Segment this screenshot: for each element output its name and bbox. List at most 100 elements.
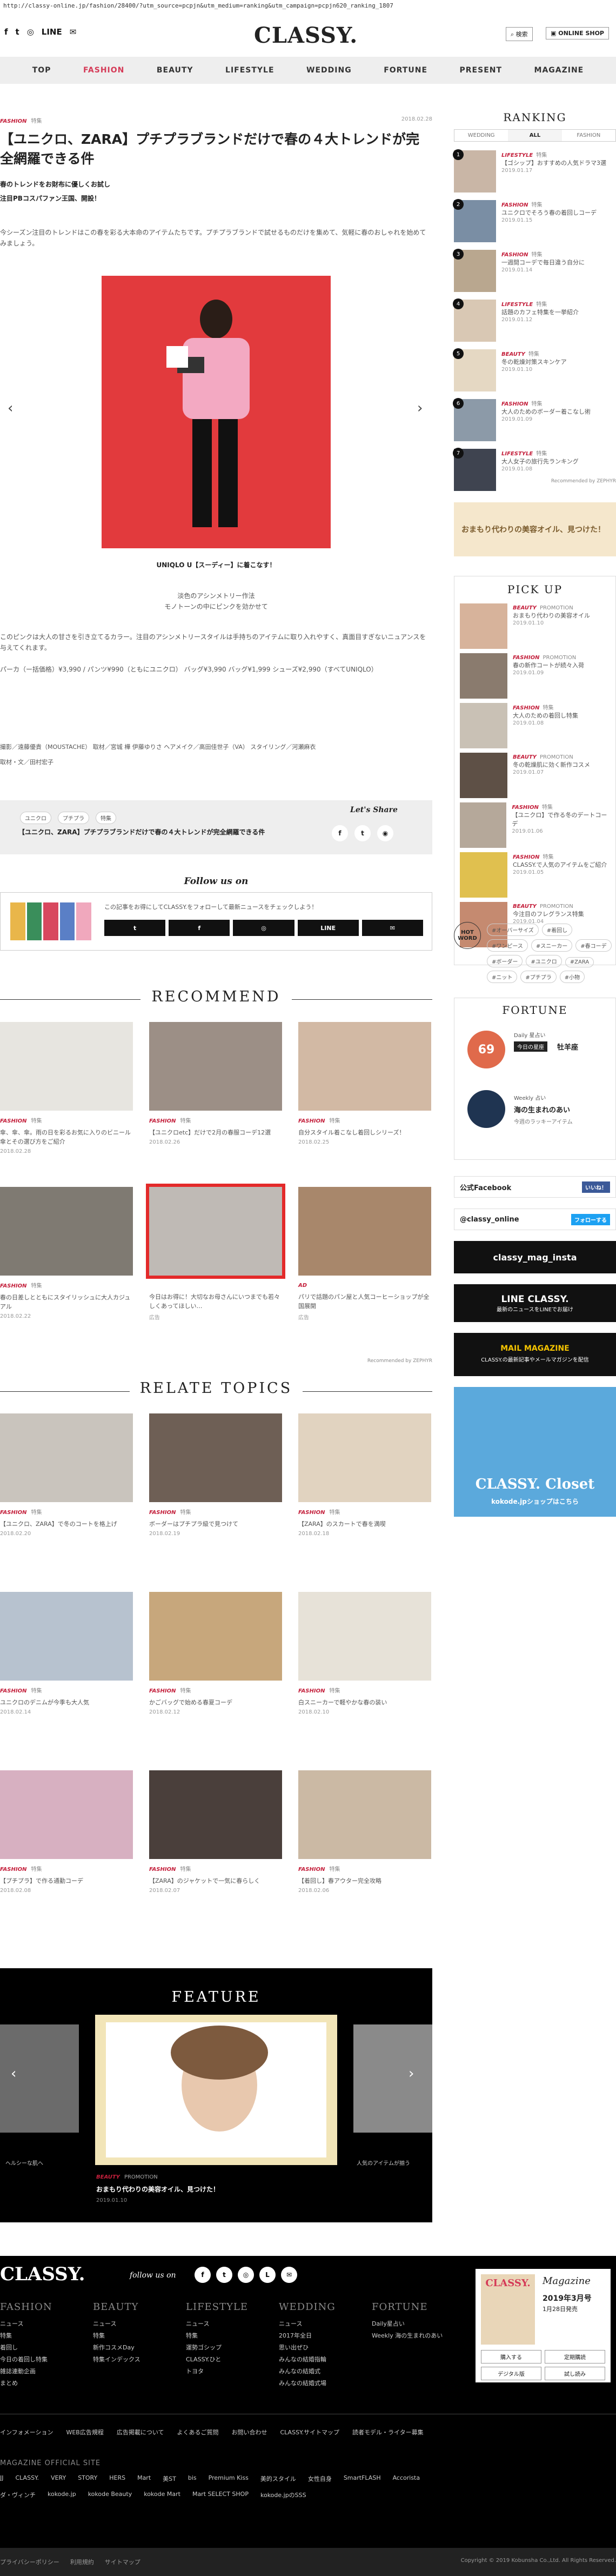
card-thumbnail[interactable] (298, 1187, 431, 1276)
card-thumbnail[interactable] (0, 1187, 133, 1276)
footer-link[interactable]: お問い合わせ (232, 2428, 267, 2436)
pickup-title-text[interactable]: 春の新作コートが続々入荷 (513, 661, 584, 670)
follow-facebook-icon[interactable]: f (169, 920, 230, 936)
hotword-tag[interactable]: #プチプラ (520, 971, 557, 983)
mag-digital-button[interactable]: デジタル版 (481, 2367, 541, 2380)
article-card[interactable]: FASHION 特集 【ZARA】のスカートで春を満喫 2018.02.18 (298, 1413, 431, 1537)
footer-link[interactable]: 広告掲載について (117, 2428, 164, 2436)
line-icon[interactable]: LINE (42, 27, 62, 37)
footer-column-link[interactable]: 着回し (0, 2342, 93, 2354)
pickup-thumbnail[interactable] (460, 753, 507, 798)
nav-magazine[interactable]: MAGAZINE (534, 66, 584, 75)
card-title[interactable]: 白スニーカーで軽やかな春の装い (298, 1698, 431, 1707)
official-site-link[interactable]: kokode.jpのSSS (260, 2491, 306, 2499)
article-card[interactable]: AD パリで話題のパン屋と人気コーヒーショップが全国展開 広告 (298, 1187, 431, 1321)
article-card[interactable]: FASHION 特集 【着回し】春アウター完全攻略 2018.02.06 (298, 1770, 431, 1894)
nav-present[interactable]: PRESENT (460, 66, 503, 75)
card-category[interactable]: FASHION (0, 1688, 26, 1694)
footer-column-link[interactable]: ニュース (0, 2318, 93, 2330)
official-site-link[interactable]: JJ (0, 2474, 4, 2483)
pickup-title-text[interactable]: 冬の乾燥肌に効く新作コスメ (513, 761, 590, 769)
footer-mail-icon[interactable]: ✉ (281, 2267, 297, 2283)
article-card[interactable]: 今日はお得に！大切なお母さんにいつまでも若々しくあってほしい… 広告 (146, 1184, 285, 1321)
tag-feature[interactable]: 特集 (96, 812, 116, 824)
ranking-title-text[interactable]: 話題のカフェ特集を一挙紹介 (501, 308, 616, 317)
ranking-item[interactable]: 4 LIFESTYLE 特集 話題のカフェ特集を一挙紹介 2019.01.12 (453, 298, 616, 349)
ranking-tab-wedding[interactable]: WEDDING (454, 130, 508, 141)
tag-puchipura[interactable]: プチプラ (58, 812, 89, 824)
footer-link[interactable]: 読者モデル・ライター募集 (352, 2428, 424, 2436)
follow-mail-icon[interactable]: ✉ (361, 920, 424, 936)
nav-fortune[interactable]: FORTUNE (384, 66, 427, 75)
card-thumbnail[interactable] (298, 1022, 431, 1111)
card-category[interactable]: FASHION (0, 1867, 26, 1873)
pickup-title-text[interactable]: 今注目のフレグランス特集 (513, 910, 584, 919)
pickup-thumbnail[interactable] (460, 703, 507, 748)
twitter-icon[interactable]: t (16, 27, 19, 37)
article-card[interactable]: FASHION 特集 ボーダーはプチプラ級で見つけて 2018.02.19 (149, 1413, 282, 1537)
article-card[interactable]: FASHION 特集 【ZARA】のジャケットで一気に春らしく 2018.02.07 (149, 1770, 282, 1894)
footer-column-heading[interactable]: BEAUTY (93, 2301, 186, 2313)
mail-magazine-banner[interactable]: MAIL MAGAZINE CLASSY.の最新記事やメールマガジンを配信 (454, 1333, 616, 1376)
ranking-item[interactable]: 6 FASHION 特集 大人のためのボーダー着こなし術 2019.01.09 (453, 398, 616, 449)
official-site-link[interactable]: Mart SELECT SHOP (192, 2491, 249, 2499)
hotword-tag[interactable]: #オーバーサイズ (487, 924, 539, 936)
article-card[interactable]: FASHION 特集 【ユニクロetc】だけで2月の春服コーデ12選 2018.02.… (149, 1022, 282, 1145)
instagram-icon[interactable]: ◎ (27, 27, 34, 37)
footer-bottom-link[interactable]: 利用規約 (70, 2558, 94, 2566)
ranking-category[interactable]: FASHION (501, 401, 528, 407)
carousel-prev-arrow-icon[interactable]: ‹ (8, 400, 13, 416)
pickup-category[interactable]: FASHION (513, 854, 539, 860)
ranking-thumbnail[interactable]: 4 (453, 298, 496, 342)
article-card[interactable]: FASHION 特集 春の日差しとともにスタイリッシュに大人カジュアル 2018.02… (0, 1187, 133, 1319)
footer-column-link[interactable]: CLASSY.ひと (186, 2354, 279, 2366)
facebook-icon[interactable]: f (4, 27, 8, 37)
card-category[interactable]: AD (298, 1283, 307, 1289)
ranking-category[interactable]: LIFESTYLE (501, 302, 533, 308)
official-site-link[interactable]: 美的スタイル (260, 2474, 296, 2483)
article-card[interactable]: FASHION 特集 【プチプラ】で作る通勤コーデ 2018.02.08 (0, 1770, 133, 1894)
official-site-link[interactable]: SmartFLASH (344, 2474, 381, 2483)
card-thumbnail[interactable] (149, 1413, 282, 1502)
line-banner[interactable]: LINE CLASSY. 最新のニュースをLINEでお届け (454, 1284, 616, 1322)
card-category[interactable]: FASHION (298, 1118, 325, 1124)
footer-column-link[interactable]: ニュース (186, 2318, 279, 2330)
daily-sign-select[interactable]: 今日の星座 (514, 1041, 547, 1052)
card-title[interactable]: 今日はお得に！大切なお母さんにいつまでも若々しくあってほしい… (149, 1292, 282, 1311)
card-title[interactable]: 【ZARA】のジャケットで一気に春らしく (149, 1876, 282, 1885)
official-site-link[interactable]: kokode.jp (48, 2491, 76, 2499)
pickup-category[interactable]: BEAUTY (513, 754, 537, 760)
ranking-tab-fashion[interactable]: FASHION (562, 130, 615, 141)
footer-column-heading[interactable]: WEDDING (279, 2301, 372, 2313)
official-site-link[interactable]: Mart (137, 2474, 151, 2483)
site-logo[interactable]: CLASSY. (254, 23, 358, 48)
weekly-fortune-icon[interactable] (467, 1090, 505, 1128)
hotword-tag[interactable]: #着回し (541, 924, 573, 936)
ranking-title-text[interactable]: 大人のためのボーダー着こなし術 (501, 408, 616, 416)
card-category[interactable]: FASHION (149, 1688, 176, 1694)
official-site-link[interactable]: kokode Beauty (88, 2491, 132, 2499)
card-thumbnail[interactable] (0, 1770, 133, 1859)
footer-column-link[interactable]: ニュース (93, 2318, 186, 2330)
card-category[interactable]: FASHION (0, 1118, 26, 1124)
mag-buy-button[interactable]: 購入する (481, 2350, 541, 2363)
footer-column-link[interactable]: 特集 (93, 2330, 186, 2342)
pickup-thumbnail[interactable] (460, 852, 507, 898)
card-thumbnail[interactable] (149, 1022, 282, 1111)
hotword-tag[interactable]: #ニット (487, 971, 518, 983)
share-facebook-icon[interactable]: f (332, 825, 348, 841)
ranking-item[interactable]: 2 FASHION 特集 ユニクロでそろう春の着回しコーデ 2019.01.15 (453, 199, 616, 250)
card-category[interactable]: FASHION (149, 1510, 176, 1516)
article-card[interactable]: FASHION 特集 傘、傘、傘。雨の日を彩るお気に入りのビニール傘とその選び方をご… (0, 1022, 133, 1154)
official-site-link[interactable]: bis (188, 2474, 197, 2483)
share-twitter-icon[interactable]: t (354, 825, 371, 841)
nav-top[interactable]: TOP (32, 66, 51, 75)
ranking-title-text[interactable]: 一週間コーデで毎日違う自分に (501, 258, 616, 267)
pickup-title-text[interactable]: 大人のための着回し特集 (513, 712, 578, 720)
footer-link[interactable]: インフォメーション (0, 2428, 53, 2436)
official-site-link[interactable]: VERY (51, 2474, 66, 2483)
share-line-icon[interactable]: ◉ (377, 825, 393, 841)
pickup-thumbnail[interactable] (460, 603, 507, 649)
article-card[interactable]: FASHION 特集 【ユニクロ、ZARA】で冬のコートを格上げ 2018.02.20 (0, 1413, 133, 1537)
follow-instagram-icon[interactable]: ◎ (233, 920, 294, 936)
